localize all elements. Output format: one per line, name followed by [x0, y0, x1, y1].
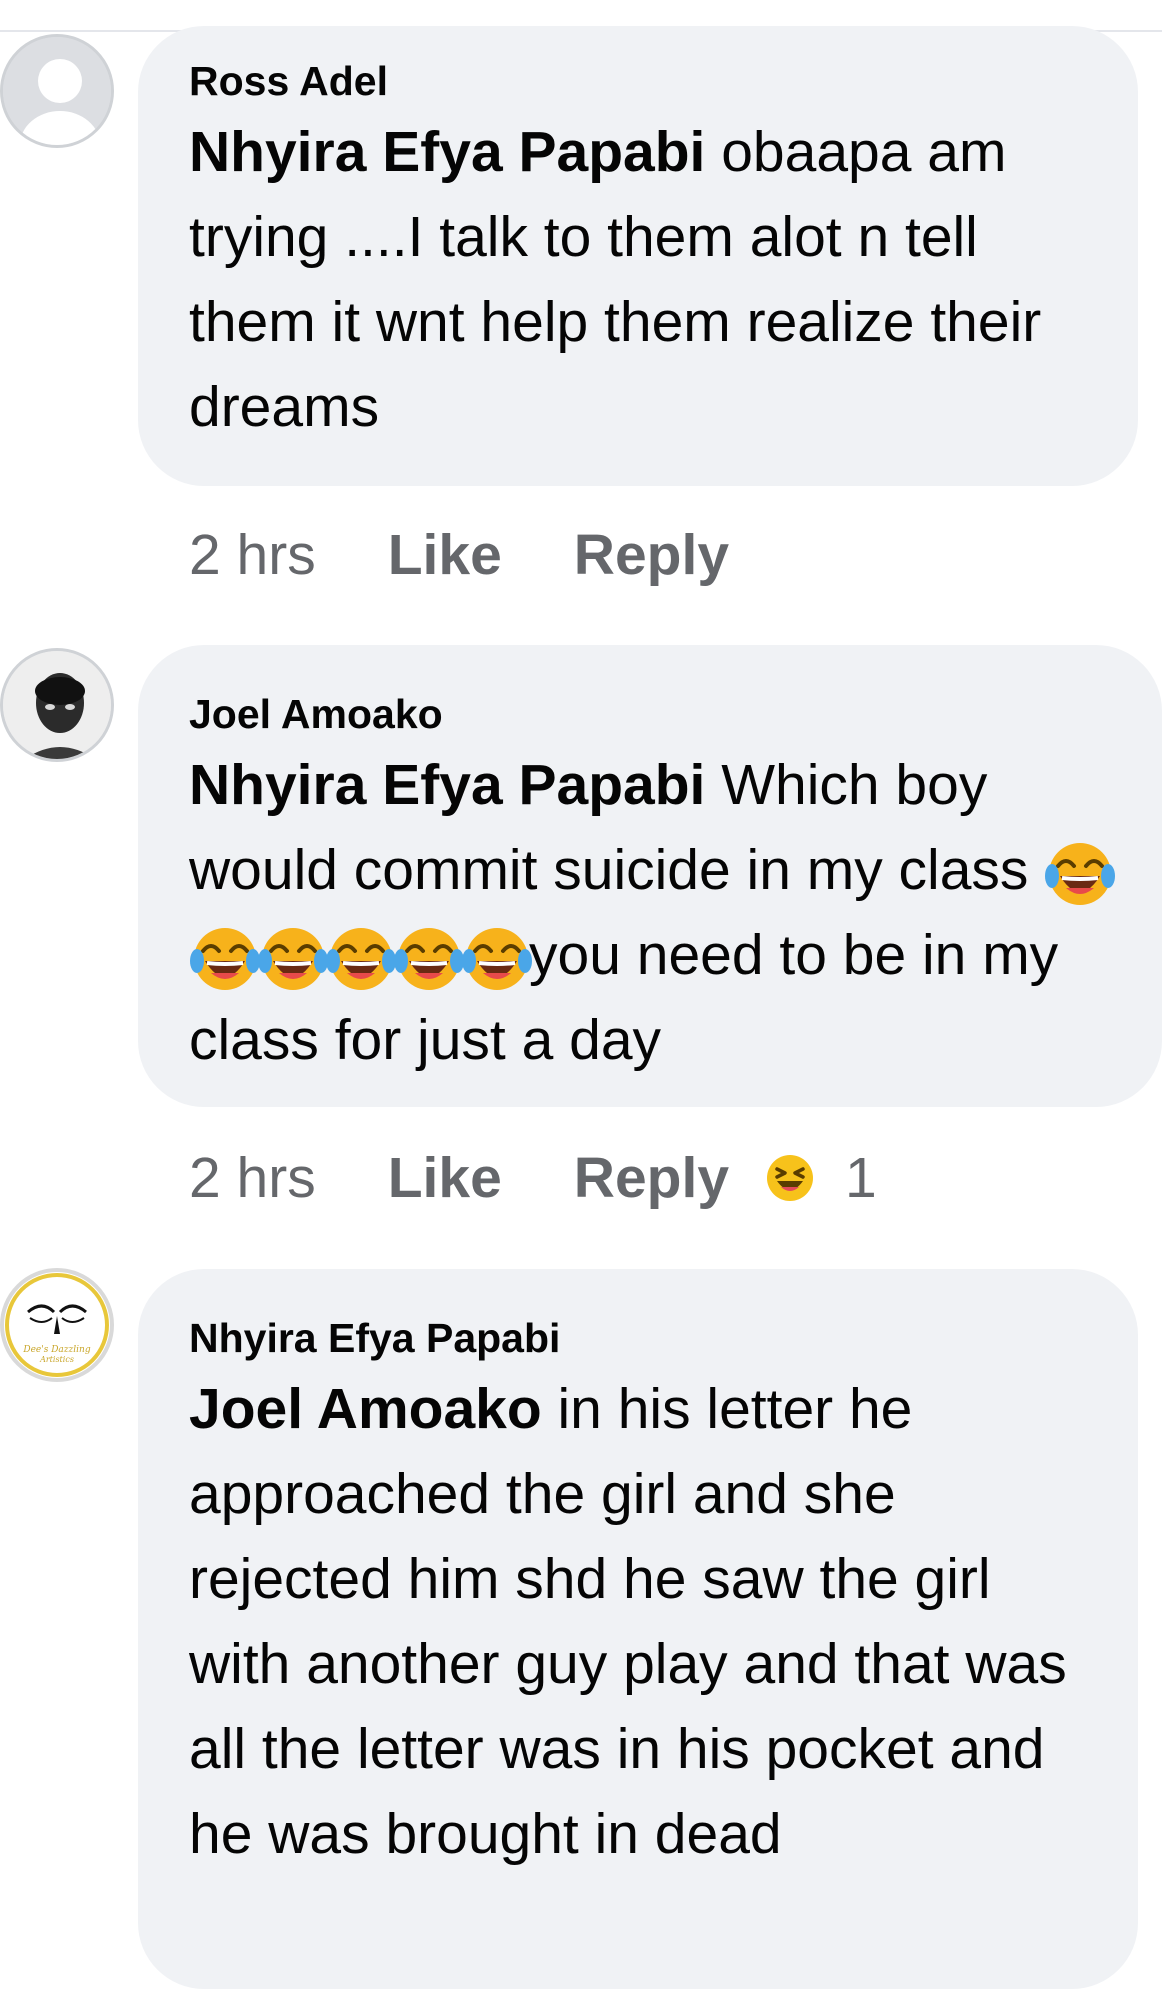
comment-text: Joel Amoako in his letter he approached … [189, 1367, 1098, 1877]
comment-body: in his letter he approached the girl and… [189, 1377, 1067, 1866]
avatar[interactable] [0, 648, 114, 762]
comment-bubble: Ross Adel Nhyira Efya Papabi obaapa am t… [138, 26, 1138, 486]
like-button[interactable]: Like [388, 522, 502, 588]
svg-text:Dee's Dazzling: Dee's Dazzling [22, 1345, 90, 1355]
tears-of-joy-emoji [462, 927, 532, 990]
haha-reaction-icon [767, 1155, 814, 1201]
tears-of-joy-emoji [394, 927, 464, 990]
comment-text: Nhyira Efya Papabi obaapa am trying ....… [189, 110, 1098, 450]
reply-button[interactable]: Reply [574, 1145, 729, 1211]
comment-bubble: Joel Amoako Nhyira Efya Papabi Which boy… [138, 645, 1162, 1107]
mention-link[interactable]: Nhyira Efya Papabi [189, 120, 705, 184]
comment-actions: 2 hrs Like Reply [189, 515, 801, 595]
mention-link[interactable]: Joel Amoako [189, 1377, 542, 1441]
comment-author[interactable]: Nhyira Efya Papabi [189, 1309, 1098, 1367]
like-button[interactable]: Like [388, 1145, 502, 1211]
reaction-count: 1 [845, 1146, 877, 1210]
comment-author[interactable]: Joel Amoako [189, 685, 1122, 743]
mention-link[interactable]: Nhyira Efya Papabi [189, 753, 705, 817]
reaction-summary[interactable]: 1 [765, 1145, 877, 1211]
timestamp[interactable]: 2 hrs [189, 1145, 316, 1211]
profile-photo [3, 651, 111, 759]
avatar[interactable] [0, 34, 114, 148]
tears-of-joy-emoji [1045, 842, 1116, 905]
svg-text:Artistics: Artistics [39, 1355, 74, 1364]
tears-of-joy-emoji [258, 927, 328, 990]
comment-bubble: Nhyira Efya Papabi Joel Amoako in his le… [138, 1269, 1138, 1989]
tears-of-joy-emoji [190, 927, 260, 990]
logo-avatar: Dee's Dazzling Artistics [5, 1273, 109, 1377]
reply-button[interactable]: Reply [574, 522, 729, 588]
tears-of-joy-emoji [326, 927, 396, 990]
comment-actions: 2 hrs Like Reply 1 [189, 1138, 877, 1218]
avatar[interactable]: Dee's Dazzling Artistics [0, 1268, 114, 1382]
comment-author[interactable]: Ross Adel [189, 52, 1098, 110]
timestamp[interactable]: 2 hrs [189, 522, 316, 588]
default-profile-icon [3, 37, 111, 145]
comment-text: Nhyira Efya Papabi Which boy would commi… [189, 743, 1122, 1083]
